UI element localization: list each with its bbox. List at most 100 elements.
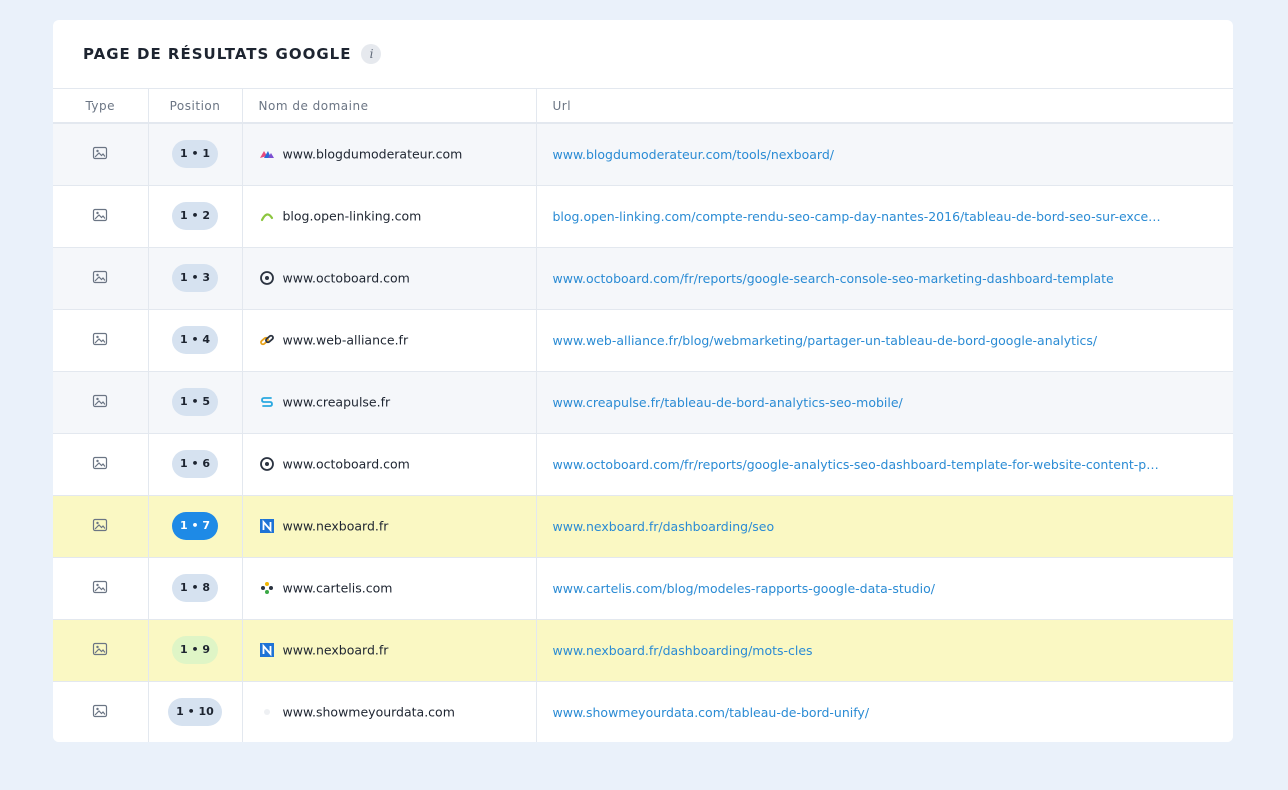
domain-name: www.showmeyourdata.com — [282, 704, 455, 720]
position-badge: 1 • 10 — [168, 698, 222, 726]
table-row[interactable]: 1 • 10 www.showmeyourdata.com www.showmeyo… — [53, 681, 1233, 742]
domain-cell: www.nexboard.fr — [242, 619, 537, 682]
domain-name: www.web-alliance.fr — [282, 332, 409, 348]
result-url-link[interactable]: www.octoboard.com/fr/reports/google-sear… — [553, 271, 1114, 286]
domain-name: www.creapulse.fr — [282, 394, 391, 410]
result-url-link[interactable]: www.nexboard.fr/dashboarding/mots-cles — [553, 643, 813, 658]
table-row[interactable]: 1 • 3 www.octoboard.com www.octoboard.com/… — [53, 247, 1233, 310]
domain-cell: www.blogdumoderateur.com — [242, 123, 537, 186]
url-cell: www.nexboard.fr/dashboarding/mots-cles — [536, 619, 1233, 682]
octoboard-favicon — [259, 270, 275, 286]
octoboard-favicon — [259, 456, 275, 472]
image-icon — [92, 455, 108, 474]
image-icon — [92, 703, 108, 722]
type-cell — [53, 371, 149, 434]
position-badge: 1 • 8 — [172, 574, 218, 602]
position-cell: 1 • 5 — [148, 371, 243, 434]
position-cell: 1 • 1 — [148, 123, 243, 186]
url-cell: www.blogdumoderateur.com/tools/nexboard/ — [536, 123, 1233, 186]
image-icon — [92, 641, 108, 660]
domain-cell: www.showmeyourdata.com — [242, 681, 537, 742]
url-cell: www.octoboard.com/fr/reports/google-anal… — [536, 433, 1233, 496]
position-badge: 1 • 5 — [172, 388, 218, 416]
position-badge: 1 • 1 — [172, 140, 218, 169]
creapulse-favicon — [259, 394, 275, 410]
table-row[interactable]: 1 • 2 blog.open-linking.com blog.open-link… — [53, 185, 1233, 248]
domain-cell: blog.open-linking.com — [242, 185, 537, 248]
image-icon — [92, 579, 108, 598]
result-url-link[interactable]: www.cartelis.com/blog/modeles-rapports-g… — [553, 581, 935, 596]
image-icon — [92, 269, 108, 288]
result-url-link[interactable]: www.nexboard.fr/dashboarding/seo — [553, 519, 775, 534]
position-badge: 1 • 7 — [172, 512, 218, 540]
image-icon — [92, 207, 108, 226]
type-cell — [53, 185, 149, 248]
open-linking-favicon — [259, 208, 275, 224]
domain-name: www.nexboard.fr — [282, 642, 389, 658]
result-url-link[interactable]: www.showmeyourdata.com/tableau-de-bord-u… — [553, 705, 870, 720]
domain-cell: www.octoboard.com — [242, 247, 537, 310]
panel-title: PAGE DE RÉSULTATS GOOGLE — [83, 45, 352, 63]
domain-name: www.octoboard.com — [282, 270, 410, 286]
result-url-link[interactable]: www.octoboard.com/fr/reports/google-anal… — [553, 457, 1159, 472]
blogdumoderateur-favicon — [259, 146, 275, 162]
table-row[interactable]: 1 • 9 www.nexboard.fr www.nexboard.fr/dash… — [53, 619, 1233, 682]
position-badge: 1 • 2 — [172, 202, 218, 230]
type-cell — [53, 557, 149, 620]
column-header-type[interactable]: Type — [53, 89, 149, 124]
result-url-link[interactable]: www.blogdumoderateur.com/tools/nexboard/ — [553, 147, 834, 162]
nexboard-favicon — [259, 518, 275, 534]
table-row[interactable]: 1 • 8 www.cartelis.com www.cartelis.com/bl… — [53, 557, 1233, 620]
position-badge: 1 • 6 — [172, 450, 218, 478]
result-url-link[interactable]: blog.open-linking.com/compte-rendu-seo-c… — [553, 209, 1161, 224]
domain-cell: www.web-alliance.fr — [242, 309, 537, 372]
position-badge: 1 • 4 — [172, 326, 218, 354]
url-cell: www.creapulse.fr/tableau-de-bord-analyti… — [536, 371, 1233, 434]
web-alliance-favicon — [259, 332, 275, 348]
position-cell: 1 • 7 — [148, 495, 243, 558]
table-header-row: Type Position Nom de domaine Url — [53, 89, 1233, 124]
position-cell: 1 • 4 — [148, 309, 243, 372]
info-icon[interactable]: i — [361, 44, 382, 64]
domain-cell: www.cartelis.com — [242, 557, 537, 620]
domain-cell: www.creapulse.fr — [242, 371, 537, 434]
domain-name: www.blogdumoderateur.com — [282, 146, 463, 162]
table-row[interactable]: 1 • 5 www.creapulse.fr www.creapulse.fr/ta… — [53, 371, 1233, 434]
serp-results-panel: PAGE DE RÉSULTATS GOOGLE i Type Position… — [53, 20, 1233, 742]
type-cell — [53, 619, 149, 682]
column-header-domain[interactable]: Nom de domaine — [242, 89, 537, 124]
table-row[interactable]: 1 • 7 www.nexboard.fr www.nexboard.fr/dash… — [53, 495, 1233, 558]
image-icon — [92, 145, 108, 164]
result-url-link[interactable]: www.creapulse.fr/tableau-de-bord-analyti… — [553, 395, 903, 410]
type-cell — [53, 495, 149, 558]
position-cell: 1 • 2 — [148, 185, 243, 248]
domain-cell: www.nexboard.fr — [242, 495, 537, 558]
image-icon — [92, 393, 108, 412]
type-cell — [53, 309, 149, 372]
url-cell: www.nexboard.fr/dashboarding/seo — [536, 495, 1233, 558]
panel-header: PAGE DE RÉSULTATS GOOGLE i — [53, 20, 1233, 89]
position-cell: 1 • 9 — [148, 619, 243, 682]
position-cell: 1 • 10 — [148, 681, 243, 742]
nexboard-favicon — [259, 642, 275, 658]
url-cell: blog.open-linking.com/compte-rendu-seo-c… — [536, 185, 1233, 248]
position-badge: 1 • 9 — [172, 636, 218, 664]
position-cell: 1 • 3 — [148, 247, 243, 310]
url-cell: www.cartelis.com/blog/modeles-rapports-g… — [536, 557, 1233, 620]
position-cell: 1 • 8 — [148, 557, 243, 620]
domain-name: www.octoboard.com — [282, 456, 410, 472]
table-row[interactable]: 1 • 4 www.web-alliance.fr www.web-alliance… — [53, 309, 1233, 372]
type-cell — [53, 247, 149, 310]
column-header-position[interactable]: Position — [148, 89, 243, 124]
image-icon — [92, 331, 108, 350]
column-header-url[interactable]: Url — [536, 89, 1233, 124]
table-row[interactable]: 1 • 1 www.blogdumoderateur.com www.blogdum… — [53, 123, 1233, 186]
url-cell: www.web-alliance.fr/blog/webmarketing/pa… — [536, 309, 1233, 372]
domain-name: www.cartelis.com — [282, 580, 393, 596]
domain-name: blog.open-linking.com — [282, 208, 422, 224]
type-cell — [53, 681, 149, 742]
table-row[interactable]: 1 • 6 www.octoboard.com www.octoboard.com/… — [53, 433, 1233, 496]
url-cell: www.showmeyourdata.com/tableau-de-bord-u… — [536, 681, 1233, 742]
domain-cell: www.octoboard.com — [242, 433, 537, 496]
result-url-link[interactable]: www.web-alliance.fr/blog/webmarketing/pa… — [553, 333, 1098, 348]
